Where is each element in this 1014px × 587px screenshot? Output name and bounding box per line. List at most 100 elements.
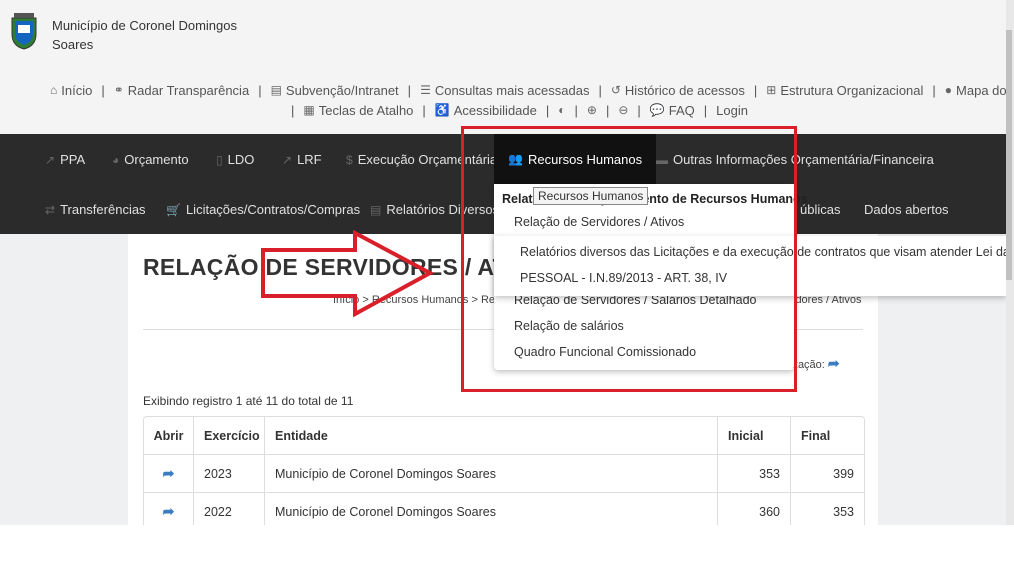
toplink-label: Acessibilidade (453, 102, 537, 118)
toplink-label: Subvenção/Intranet (285, 82, 399, 98)
sitemap-icon: ⊞ (766, 83, 777, 97)
nav-label: LRF (297, 152, 322, 167)
separator: | (291, 102, 295, 118)
exercise-cell: 2023 (194, 455, 265, 492)
share-icon[interactable]: ➦ (828, 355, 840, 371)
nav-label: Dados abertos (864, 202, 949, 217)
wheelchair-icon: ♿ (434, 103, 450, 117)
comment-icon: 💬 (649, 103, 665, 117)
history-icon: ↺ (610, 83, 621, 97)
nav-ppa[interactable]: ↗ PPA (45, 152, 85, 167)
separator: | (932, 82, 936, 98)
column-header[interactable]: Exercício (194, 417, 265, 454)
toplink-label: Mapa do site (956, 82, 1006, 98)
exchange-icon: ⇄ (45, 202, 56, 217)
separator: | (545, 102, 550, 118)
nav-dados-abertos[interactable]: Dados abertos (864, 202, 949, 217)
entity-cell: Município de Coronel Domingos Soares (265, 493, 718, 525)
toplink-list[interactable]: ☰ Consultas mais acessadas (420, 83, 589, 98)
toplink-id-card[interactable]: ▤ Subvenção/Intranet (271, 83, 399, 98)
nav-orcamento[interactable]: ◕ Orçamento (112, 152, 189, 167)
column-header[interactable]: Inicial (718, 417, 791, 454)
column-header[interactable]: Abrir (144, 417, 194, 454)
home-icon: ⌂ (50, 83, 58, 97)
separator: | (753, 82, 758, 98)
final-cell: 353 (833, 504, 854, 519)
id-card-icon: ▤ (370, 202, 382, 217)
pie-chart-icon: ◕ (112, 152, 120, 167)
separator: | (258, 82, 262, 98)
toplink-zoom-in[interactable]: ⊕ (587, 103, 597, 117)
nav-label: Licitações/Contratos/Compras (185, 202, 361, 217)
nav-lrf[interactable]: ↗ LRF (282, 152, 322, 167)
records-table: Abrir Exercício Entidade Inicial Final ➦… (143, 416, 865, 525)
share-icon: ➦ (162, 503, 175, 519)
final-cell: 399 (833, 466, 854, 481)
separator: | (605, 102, 610, 118)
zoom-in-icon: ⊕ (586, 103, 597, 117)
file-icon: ▯ (216, 152, 223, 167)
list-icon: ☰ (420, 83, 431, 97)
toplink-label: Estrutura Organizacional (780, 82, 924, 98)
records-summary: Exibindo registro 1 até 11 do total de 1… (143, 394, 354, 408)
toplink-link[interactable]: ⚭ Radar Transparência (114, 83, 249, 98)
id-card-icon: ▤ (270, 83, 282, 97)
toplink-home[interactable]: ⌂ Início (50, 83, 92, 98)
table-header-row: Abrir Exercício Entidade Inicial Final (144, 417, 864, 455)
nav-transferencias[interactable]: ⇄ Transferências (45, 202, 146, 217)
toplink-wheelchair[interactable]: ♿ Acessibilidade (435, 103, 537, 118)
separator: | (101, 82, 105, 98)
toplink-label: Teclas de Atalho (318, 102, 414, 118)
nav-label: PPA (60, 152, 86, 167)
link-icon: ⚭ (113, 83, 124, 97)
page: Município de Coronel Domingos Soares ⌂ In… (0, 0, 1006, 525)
share-icon: ➦ (162, 465, 175, 481)
open-record-button[interactable]: ➦ (144, 455, 194, 492)
toplink-map-marker[interactable]: ●Mapa do site (945, 83, 1006, 98)
toplink-contrast[interactable]: ◐ (558, 103, 565, 117)
nav-label: Orçamento (124, 152, 189, 167)
toplink-label: Consultas mais acessadas (434, 82, 590, 98)
toplink-history[interactable]: ↺ Histórico de acessos (611, 83, 745, 98)
toplink-zoom-out[interactable]: ⊖ (618, 103, 628, 117)
scrollbar[interactable] (1006, 0, 1014, 525)
toplink-label: Histórico de acessos (624, 82, 745, 98)
open-record-button[interactable]: ➦ (144, 493, 194, 525)
separator: | (574, 102, 578, 118)
separator: | (637, 102, 641, 118)
initial-cell: 360 (718, 493, 791, 525)
scrollbar-thumb[interactable] (1006, 30, 1012, 280)
shopping-cart-icon: 🛒 (166, 202, 181, 217)
dollar-icon: $ (346, 152, 353, 167)
nav-licitacoes[interactable]: 🛒 Licitações/Contratos/Compras (166, 202, 360, 217)
map-marker-icon: ● (944, 83, 953, 97)
entity-cell: Município de Coronel Domingos Soares (265, 455, 718, 492)
keyboard-icon: ▦ (303, 103, 315, 117)
contrast-icon: ◐ (558, 103, 566, 117)
nav-label: LDO (227, 152, 255, 167)
column-header[interactable]: Final (791, 417, 864, 454)
toplink-login[interactable]: Login (716, 103, 748, 118)
toplink-label: FAQ (668, 102, 695, 118)
last-update: ização: ➦ (790, 355, 840, 372)
toplink-label: Radar Transparência (127, 82, 250, 98)
chart-line-icon: ↗ (282, 152, 293, 167)
toplink-comment[interactable]: 💬 FAQ (650, 103, 695, 118)
nav-ldo[interactable]: ▯ LDO (216, 152, 254, 167)
blank-area (0, 525, 1014, 587)
municipality-name[interactable]: Município de Coronel Domingos Soares (52, 16, 252, 54)
toplink-sitemap[interactable]: ⊞ Estrutura Organizacional (766, 83, 923, 98)
zoom-out-icon: ⊖ (618, 103, 629, 117)
table-row: ➦ 2023 Município de Coronel Domingos Soa… (144, 455, 864, 493)
column-header[interactable]: Entidade (265, 417, 718, 454)
separator: | (407, 82, 412, 98)
separator: | (703, 102, 708, 118)
nav-label: Transferências (60, 202, 146, 217)
initial-cell: 353 (718, 455, 791, 492)
toplink-keyboard[interactable]: ▦ Teclas de Atalho (303, 103, 413, 118)
toplink-label: Início (61, 82, 93, 98)
annotation-highlight-box (461, 126, 797, 392)
toplink-label: Login (716, 102, 748, 118)
table-row: ➦ 2022 Município de Coronel Domingos Soa… (144, 493, 864, 525)
municipality-crest-icon[interactable] (8, 12, 40, 50)
